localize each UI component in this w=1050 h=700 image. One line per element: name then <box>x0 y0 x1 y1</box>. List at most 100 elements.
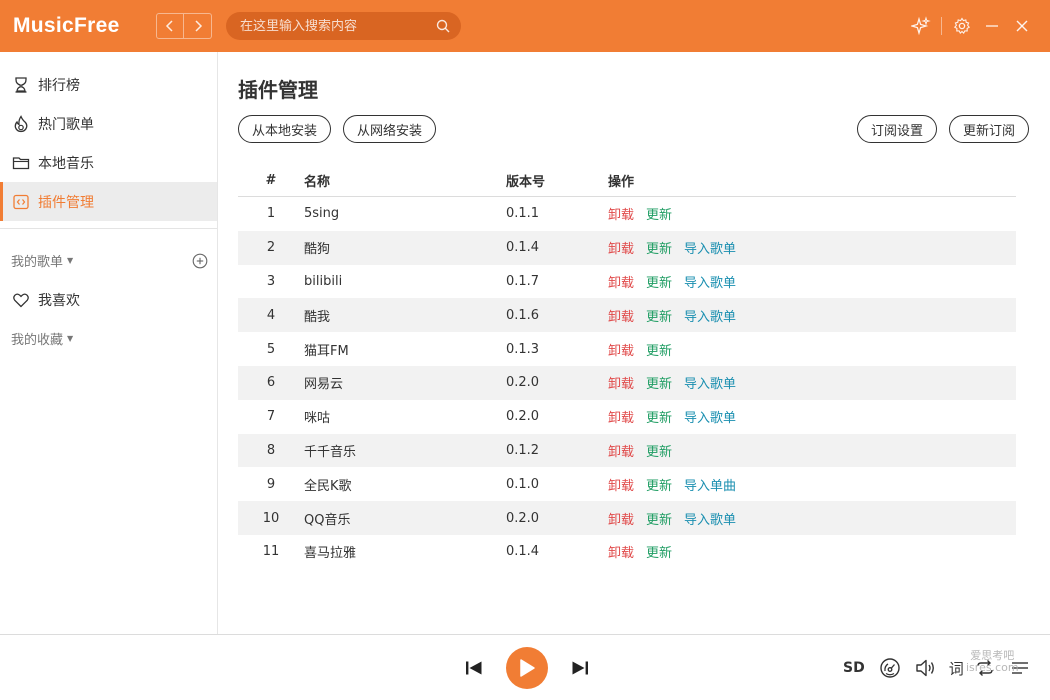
row-index: 9 <box>266 476 276 492</box>
next-track-button[interactable] <box>569 657 591 679</box>
plugin-name: 全民K歌 <box>304 478 352 494</box>
plugin-version: 0.1.1 <box>506 206 540 222</box>
sidebar-item-ranking[interactable]: 排行榜 <box>0 65 217 104</box>
uninstall-link[interactable]: 卸载 <box>608 373 634 392</box>
plugin-name: 喜马拉雅 <box>304 546 357 562</box>
import-link[interactable]: 导入歌单 <box>684 373 736 392</box>
my-collections-section[interactable]: 我的收藏 ▼ <box>0 319 217 358</box>
table-row: 7 咪咕 0.2.0 卸载 更新 导入歌单 <box>238 400 1016 434</box>
player-bar: SD 词 <box>0 634 1050 700</box>
import-link[interactable]: 导入歌单 <box>684 509 736 528</box>
row-index: 1 <box>266 206 276 222</box>
table-body: 1 5sing 0.1.1 卸载 更新 2 酷狗 0.1.4 卸载 更新 导入歌单 3 bilibili… <box>238 197 1016 569</box>
chevron-right-icon <box>194 20 202 32</box>
import-link[interactable]: 导入歌单 <box>684 272 736 291</box>
update-link[interactable]: 更新 <box>646 340 672 359</box>
my-playlists-section[interactable]: 我的歌单 ▼ <box>0 241 217 280</box>
speed-gauge-icon[interactable] <box>879 657 901 679</box>
lyric-button[interactable]: 词 <box>949 658 964 679</box>
close-icon[interactable] <box>1012 16 1032 36</box>
row-actions: 卸载 更新 <box>608 340 1016 359</box>
row-index: 4 <box>266 307 276 323</box>
row-index: 11 <box>262 544 280 560</box>
caret-down-icon: ▼ <box>67 256 74 265</box>
import-link[interactable]: 导入歌单 <box>684 238 736 257</box>
install-network-button[interactable]: 从网络安装 <box>343 115 436 143</box>
plugin-name: 千千音乐 <box>304 444 357 460</box>
plugin-name: 咪咕 <box>304 411 331 427</box>
row-actions: 卸载 更新 导入歌单 <box>608 407 1016 426</box>
volume-icon[interactable] <box>914 657 936 679</box>
uninstall-link[interactable]: 卸载 <box>608 272 634 291</box>
install-local-button[interactable]: 从本地安装 <box>238 115 331 143</box>
uninstall-link[interactable]: 卸载 <box>608 441 634 460</box>
update-link[interactable]: 更新 <box>646 204 672 223</box>
uninstall-link[interactable]: 卸载 <box>608 340 634 359</box>
update-link[interactable]: 更新 <box>646 441 672 460</box>
skip-next-icon <box>572 661 588 675</box>
row-actions: 卸载 更新 导入歌单 <box>608 306 1016 325</box>
sidebar-item-plugin-management[interactable]: 插件管理 <box>0 182 217 221</box>
quality-button[interactable]: SD <box>843 660 865 676</box>
header-divider <box>941 17 942 35</box>
gear-icon[interactable] <box>952 16 972 36</box>
update-link[interactable]: 更新 <box>646 238 672 257</box>
sidebar-item-hot-playlists[interactable]: 热门歌单 <box>0 104 217 143</box>
import-link[interactable]: 导入歌单 <box>684 306 736 325</box>
row-index: 10 <box>262 510 280 526</box>
search-input[interactable] <box>240 18 435 34</box>
update-link[interactable]: 更新 <box>646 373 672 392</box>
row-index: 7 <box>266 409 276 425</box>
col-index: # <box>265 172 277 188</box>
uninstall-link[interactable]: 卸载 <box>608 407 634 426</box>
plugin-name: bilibili <box>304 273 343 289</box>
sidebar-item-favorite[interactable]: 我喜欢 <box>0 280 217 319</box>
uninstall-link[interactable]: 卸载 <box>608 306 634 325</box>
my-collections-label: 我的收藏 <box>11 333 64 348</box>
search-icon[interactable] <box>435 18 451 34</box>
update-link[interactable]: 更新 <box>646 475 672 494</box>
sidebar-item-label: 我喜欢 <box>38 292 80 309</box>
main-content: 插件管理 从本地安装 从网络安装 订阅设置 更新订阅 # 名称 版本号 操作 1… <box>219 52 1050 634</box>
sidebar-item-label: 排行榜 <box>38 77 80 94</box>
import-link[interactable]: 导入歌单 <box>684 407 736 426</box>
uninstall-link[interactable]: 卸载 <box>608 204 634 223</box>
chevron-left-icon <box>165 20 173 32</box>
update-link[interactable]: 更新 <box>646 272 672 291</box>
plugin-name: QQ音乐 <box>304 512 351 528</box>
col-name: 名称 <box>304 174 331 190</box>
play-icon <box>520 659 535 677</box>
uninstall-link[interactable]: 卸载 <box>608 238 634 257</box>
row-index: 8 <box>266 442 276 458</box>
plugin-table: # 名称 版本号 操作 1 5sing 0.1.1 卸载 更新 2 酷狗 0.1.4 卸载 更新导… <box>238 164 1016 569</box>
row-actions: 卸载 更新 导入歌单 <box>608 272 1016 291</box>
col-version: 版本号 <box>506 174 546 190</box>
row-actions: 卸载 更新 <box>608 204 1016 223</box>
fire-icon <box>11 114 31 134</box>
sparkle-icon[interactable] <box>911 16 931 36</box>
sidebar: 排行榜 热门歌单 本地音乐 插件管理 我的歌单 ▼ 我喜欢 我的收藏 ▼ <box>0 52 218 634</box>
page-title: 插件管理 <box>238 78 318 102</box>
uninstall-link[interactable]: 卸载 <box>608 542 634 561</box>
update-link[interactable]: 更新 <box>646 542 672 561</box>
previous-track-button[interactable] <box>463 657 485 679</box>
sidebar-item-local-music[interactable]: 本地音乐 <box>0 143 217 182</box>
update-subscription-button[interactable]: 更新订阅 <box>949 115 1029 143</box>
table-header: # 名称 版本号 操作 <box>238 164 1016 197</box>
add-playlist-icon[interactable] <box>191 252 209 270</box>
sidebar-item-label: 本地音乐 <box>38 155 94 172</box>
uninstall-link[interactable]: 卸载 <box>608 509 634 528</box>
back-button[interactable] <box>156 13 184 39</box>
import-link[interactable]: 导入单曲 <box>684 475 736 494</box>
update-link[interactable]: 更新 <box>646 306 672 325</box>
play-button[interactable] <box>506 647 548 689</box>
minimize-icon[interactable] <box>982 16 1002 36</box>
window-controls <box>901 16 1050 36</box>
update-link[interactable]: 更新 <box>646 407 672 426</box>
update-link[interactable]: 更新 <box>646 509 672 528</box>
uninstall-link[interactable]: 卸载 <box>608 475 634 494</box>
subscription-settings-button[interactable]: 订阅设置 <box>857 115 937 143</box>
sidebar-item-label: 热门歌单 <box>38 116 94 133</box>
forward-button[interactable] <box>184 13 212 39</box>
plugin-name: 5sing <box>304 206 340 222</box>
